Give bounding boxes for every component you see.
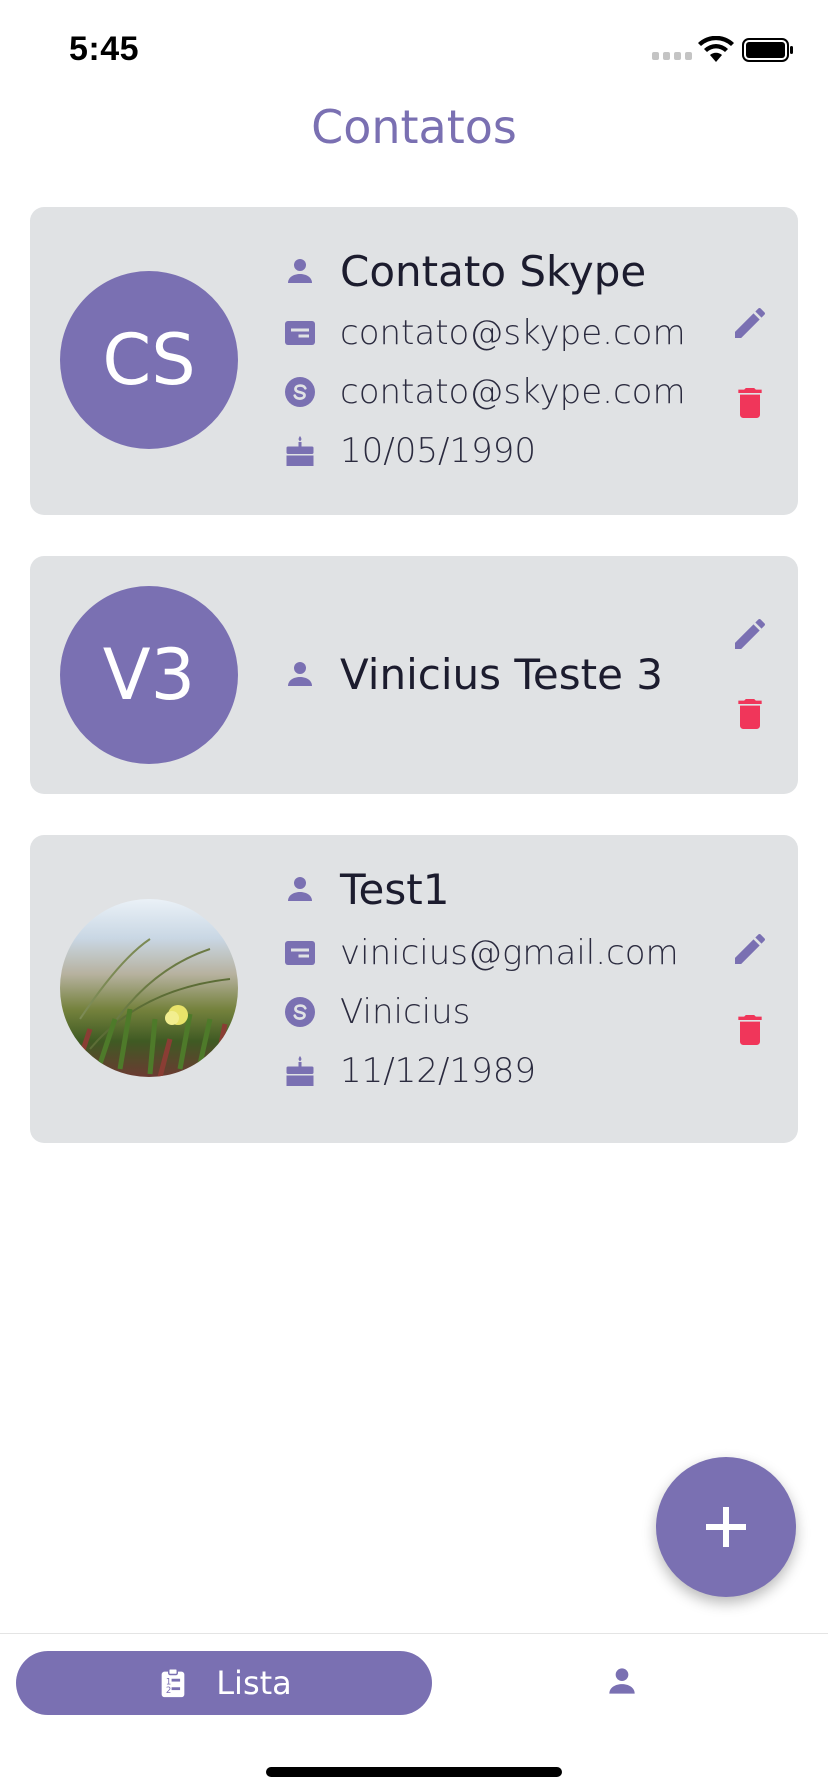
delete-button[interactable]: [728, 381, 772, 425]
battery-icon: [742, 38, 793, 62]
tab-profile[interactable]: [600, 1659, 644, 1703]
edit-button[interactable]: [728, 612, 772, 656]
tab-lista[interactable]: 1 2 Lista: [16, 1651, 432, 1715]
contact-birthday-row: 10/05/1990: [280, 427, 536, 475]
trash-icon: [738, 388, 762, 418]
edit-button[interactable]: [728, 927, 772, 971]
contact-name: Vinicius Teste 3: [340, 649, 663, 699]
status-time: 5:45: [69, 30, 140, 68]
contact-card[interactable]: Test1 vinicius@gmail.com Vinicius 11/12/…: [30, 835, 798, 1143]
contact-birthday: 11/12/1989: [340, 1051, 536, 1091]
contact-name: Test1: [340, 864, 450, 914]
contact-skype: contato@skype.com: [340, 372, 686, 412]
contact-card[interactable]: V3 Vinicius Teste 3: [30, 556, 798, 794]
avatar: V3: [60, 586, 238, 764]
trash-icon: [738, 699, 762, 729]
home-indicator: [266, 1767, 562, 1777]
add-contact-button[interactable]: [656, 1457, 796, 1597]
person-icon: [280, 251, 320, 291]
avatar-photo: [60, 899, 238, 1077]
contact-name-row: Contato Skype: [280, 243, 646, 299]
person-icon: [280, 869, 320, 909]
contact-birthday: 10/05/1990: [340, 431, 536, 471]
pencil-icon: [735, 934, 765, 964]
tab-lista-label: Lista: [216, 1664, 292, 1702]
cake-icon: [280, 1051, 320, 1091]
cake-icon: [280, 431, 320, 471]
contact-name-row: Test1: [280, 861, 449, 917]
email-card-icon: [280, 933, 320, 973]
person-icon: [609, 1668, 635, 1694]
avatar: CS: [60, 271, 238, 449]
contact-name-row: Vinicius Teste 3: [280, 646, 663, 702]
edit-button[interactable]: [728, 301, 772, 345]
cellular-signal-icon: [652, 52, 692, 60]
contact-email-row: contato@skype.com: [280, 309, 686, 357]
pencil-icon: [735, 308, 765, 338]
contact-birthday-row: 11/12/1989: [280, 1047, 536, 1095]
svg-text:2: 2: [166, 1686, 171, 1696]
status-bar: 5:45: [0, 0, 828, 100]
delete-button[interactable]: [728, 692, 772, 736]
contact-skype-row: contato@skype.com: [280, 368, 686, 416]
wifi-icon: [698, 36, 734, 62]
contact-card[interactable]: CS Contato Skype contato@skype.com conta…: [30, 207, 798, 515]
contact-email-row: vinicius@gmail.com: [280, 929, 679, 977]
contact-skype: Vinicius: [340, 992, 471, 1032]
delete-button[interactable]: [728, 1008, 772, 1052]
pencil-icon: [735, 619, 765, 649]
plus-icon: [706, 1507, 746, 1547]
flower-photo: [77, 938, 231, 1077]
clipboard-list-icon: 1 2: [161, 1668, 185, 1698]
trash-icon: [738, 1015, 762, 1045]
email-card-icon: [280, 313, 320, 353]
page-title: Contatos: [311, 100, 517, 154]
skype-icon: [280, 372, 320, 412]
contact-skype-row: Vinicius: [280, 988, 470, 1036]
contact-email: contato@skype.com: [340, 313, 686, 353]
skype-icon: [280, 992, 320, 1032]
contact-name: Contato Skype: [340, 246, 647, 296]
bottom-tab-bar: 1 2 Lista: [0, 1633, 828, 1792]
person-icon: [280, 654, 320, 694]
contact-email: vinicius@gmail.com: [340, 933, 679, 973]
